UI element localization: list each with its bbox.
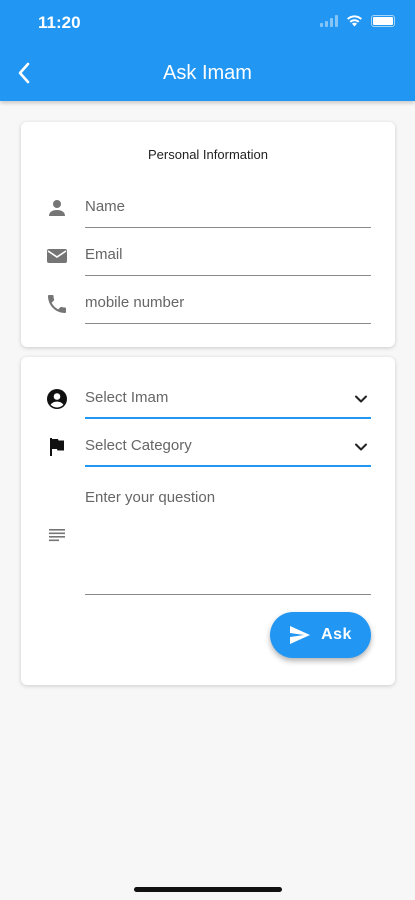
category-select-value[interactable]: Select Category (85, 437, 192, 454)
section-title: Personal Information (148, 147, 268, 162)
chevron-down-icon[interactable] (351, 389, 371, 409)
phone-icon (48, 295, 66, 313)
battery-icon (371, 14, 395, 27)
imam-select-value[interactable]: Select Imam (85, 389, 168, 406)
personal-info-card: Personal Information Name Email mobile n… (21, 122, 395, 347)
person-icon (49, 200, 65, 216)
mail-icon (47, 249, 67, 263)
send-icon (290, 626, 311, 644)
page-title: Ask Imam (163, 62, 252, 84)
name-field[interactable]: Name (21, 188, 395, 228)
imam-select[interactable]: Select Imam (21, 379, 395, 419)
cellular-signal-icon (320, 14, 338, 27)
email-input[interactable]: Email (85, 246, 123, 263)
wifi-icon (347, 15, 362, 27)
chevron-down-icon[interactable] (351, 437, 371, 457)
question-card: Select Imam Select Category Enter your q… (21, 357, 395, 685)
category-underline (85, 465, 371, 467)
status-time: 11:20 (38, 13, 81, 32)
name-underline (85, 227, 371, 228)
mobile-underline (85, 323, 371, 324)
status-icons (320, 14, 395, 27)
app-bar: 11:20 Ask Imam (0, 0, 415, 101)
mobile-input[interactable]: mobile number (85, 294, 184, 311)
account-circle-icon (47, 389, 67, 409)
home-indicator[interactable] (134, 887, 282, 892)
email-underline (85, 275, 371, 276)
ask-button[interactable]: Ask (270, 612, 371, 658)
flag-icon (50, 438, 64, 456)
notes-icon (49, 529, 65, 542)
question-underline (85, 594, 371, 595)
phone-field[interactable]: mobile number (21, 284, 395, 324)
ask-button-label: Ask (321, 626, 352, 643)
name-input[interactable]: Name (85, 198, 125, 215)
imam-underline (85, 417, 371, 419)
email-field[interactable]: Email (21, 236, 395, 276)
question-input[interactable]: Enter your question (85, 489, 215, 506)
category-select[interactable]: Select Category (21, 427, 395, 467)
